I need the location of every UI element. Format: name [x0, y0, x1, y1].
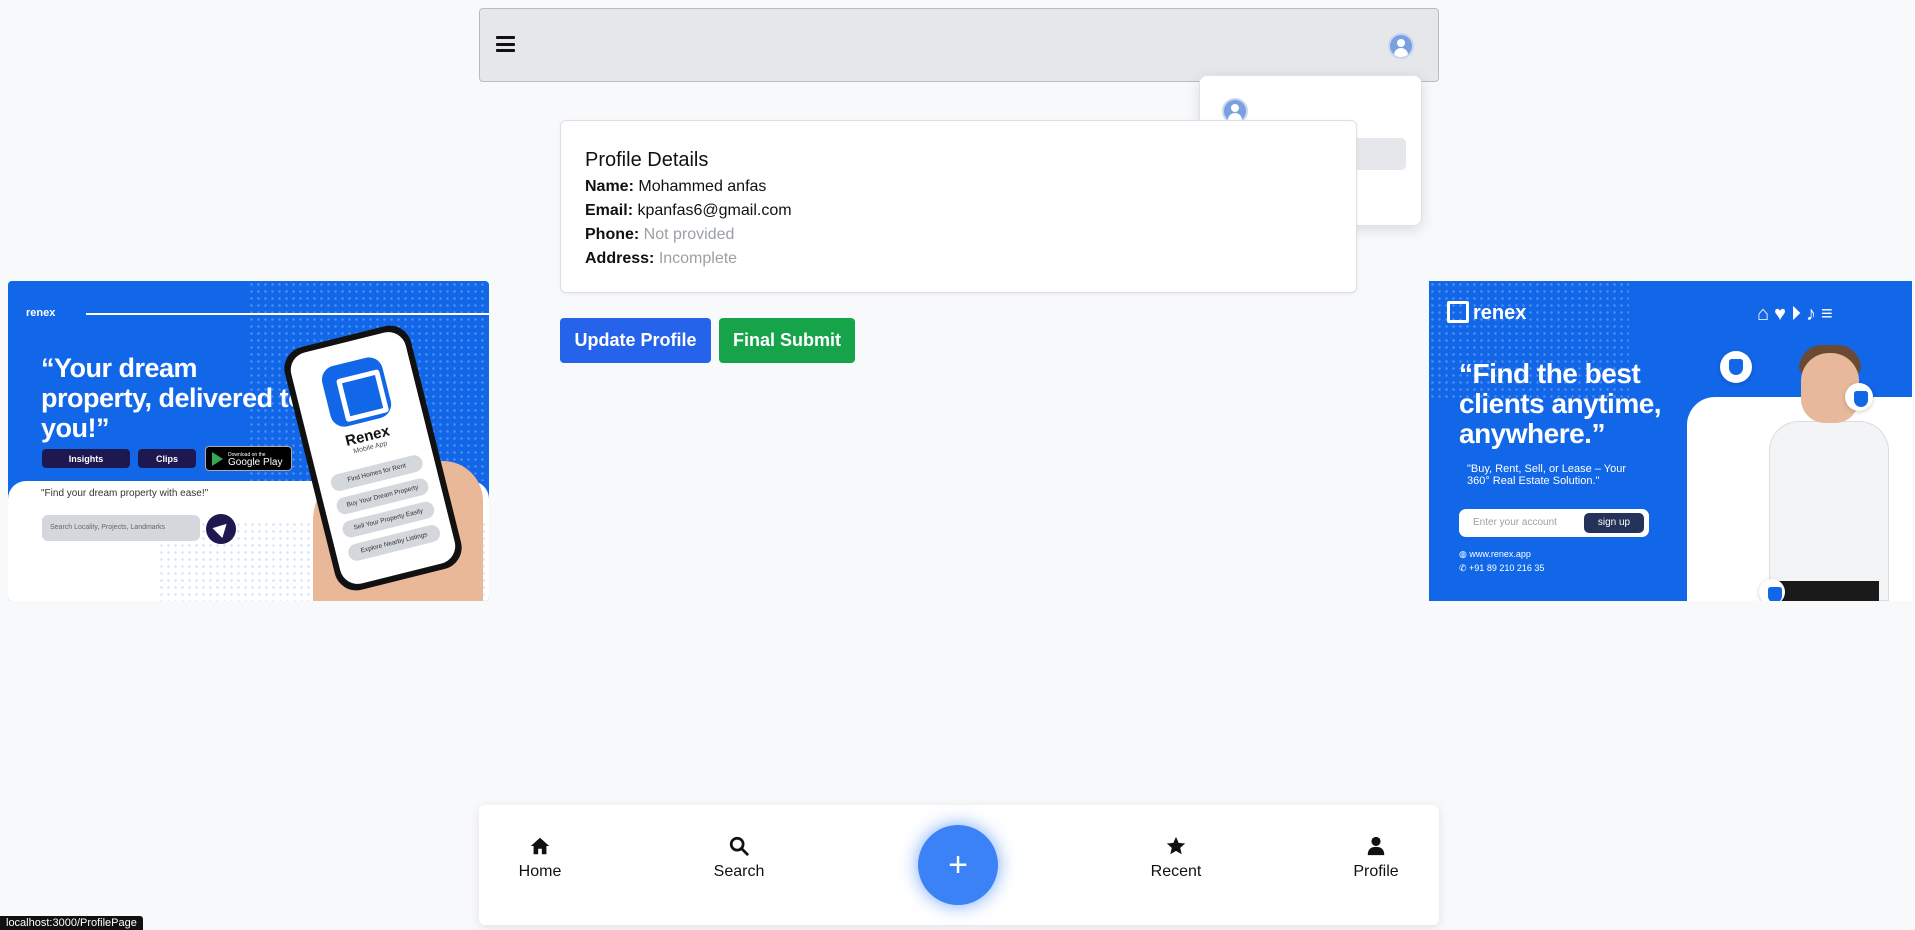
heart-icon: ♥ [1774, 303, 1791, 325]
add-listing-button[interactable]: + [918, 825, 998, 905]
phone-icon: ✆ [1459, 563, 1470, 573]
nav-profile[interactable]: Profile [1331, 835, 1421, 881]
renex-app-icon [318, 354, 395, 430]
nav-recent-label: Recent [1150, 863, 1202, 880]
phone-text: ✆ +91 89 210 216 35 [1459, 563, 1544, 574]
clips-pill: Clips [138, 449, 196, 468]
play-icon: ⏵ [1790, 303, 1806, 325]
renex-logo: renex [1447, 301, 1526, 325]
nav-search-label: Search [713, 863, 765, 880]
phone-value: +91 89 210 216 35 [1469, 563, 1545, 573]
final-submit-button[interactable]: Final Submit [719, 318, 855, 363]
play-store-icon [212, 451, 223, 466]
email-row: Email: kpanfas6@gmail.com [585, 199, 1332, 223]
name-label: Name: [585, 178, 634, 195]
banner-nav-icons: ⌂♥⏵♪≡ [1757, 303, 1838, 326]
email-label: Email: [585, 202, 634, 219]
renex-logo-text: renex [1473, 302, 1527, 324]
nav-home-label: Home [518, 863, 562, 880]
home-icon: ⌂ [1757, 303, 1775, 325]
user-avatar-icon[interactable] [1388, 33, 1414, 59]
user-icon [1367, 836, 1385, 856]
banner-search-field: Search Locality, Projects, Landmarks [42, 515, 200, 541]
nav-search[interactable]: Search [694, 835, 784, 881]
address-row: Address: Incomplete [585, 247, 1332, 271]
google-play-badge: Download on the Google Play [205, 446, 292, 471]
renex-mobile-app-banner[interactable]: renex “Your dream property, delivered to… [8, 281, 489, 601]
nav-recent[interactable]: Recent [1131, 835, 1221, 881]
banner-headline: “Find the best clients anytime, anywhere… [1459, 358, 1662, 449]
home-icon [530, 837, 550, 855]
profile-title: Profile Details [585, 149, 709, 171]
renex-logo: renex [26, 307, 56, 319]
phone-label: Phone: [585, 226, 640, 243]
profile-details-card: Profile Details Name: Mohammed anfas Ema… [560, 120, 1357, 293]
phone-row: Phone: Not provided [585, 223, 1332, 247]
address-label: Address: [585, 250, 655, 267]
nav-home[interactable]: Home [495, 835, 585, 881]
banner-subtext: "Buy, Rent, Sell, or Lease – Your 360° R… [1467, 463, 1627, 487]
renex-clients-banner[interactable]: renex ⌂♥⏵♪≡ “Find the best clients anyti… [1429, 281, 1912, 601]
website-text: ◍ www.renex.app [1459, 549, 1531, 560]
divider [86, 313, 489, 315]
globe-icon: ◍ [1459, 549, 1470, 559]
banner-headline: “Your dream property, delivered to you!” [41, 353, 305, 443]
website-value: www.renex.app [1469, 549, 1531, 559]
search-icon [729, 836, 749, 856]
shield-icon [1720, 351, 1752, 383]
phone-value: Not provided [643, 226, 735, 243]
banner-signup-button: sign up [1584, 513, 1644, 533]
nav-profile-label: Profile [1353, 863, 1399, 880]
person-belt [1779, 581, 1879, 601]
email-value: kpanfas6@gmail.com [637, 202, 792, 219]
renex-logo-icon [1447, 301, 1469, 323]
person-shirt [1769, 421, 1889, 601]
insights-pill: Insights [42, 449, 130, 468]
bottom-navigation-bar: Home Search + Recent Profile [479, 805, 1439, 925]
name-row: Name: Mohammed anfas [585, 175, 1332, 199]
hamburger-menu-icon[interactable] [496, 36, 515, 52]
address-value: Incomplete [658, 250, 738, 267]
top-navbar [479, 8, 1439, 82]
navigate-arrow-icon [206, 514, 236, 544]
bell-icon: ♪ [1805, 303, 1821, 325]
google-play-text: Google Play [228, 456, 283, 468]
banner-tagline: "Find your dream property with ease!" [41, 488, 209, 499]
verified-badge-icon [1845, 383, 1873, 411]
menu-icon: ≡ [1820, 303, 1838, 325]
link-status-url: localhost:3000/ProfilePage [0, 916, 143, 930]
name-value: Mohammed anfas [638, 178, 767, 195]
star-icon [1166, 836, 1186, 855]
update-profile-button[interactable]: Update Profile [560, 318, 711, 363]
document-icon [1759, 579, 1785, 601]
